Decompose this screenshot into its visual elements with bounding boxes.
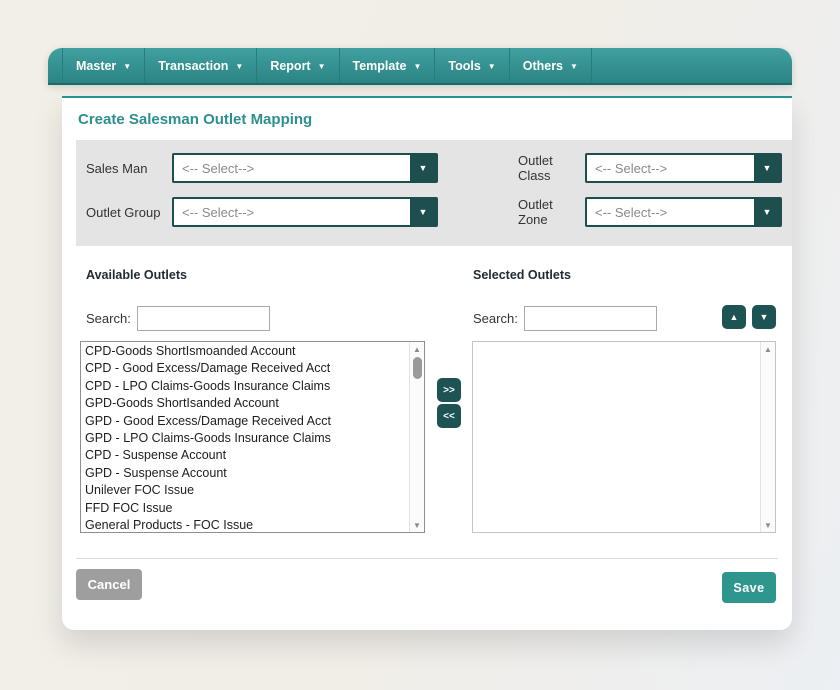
available-outlets-listbox[interactable]: CPD-Goods ShortIsmoanded Account CPD - G… [80,341,425,533]
chevron-down-icon: ▼ [488,62,496,71]
footer-divider [76,558,778,559]
list-item[interactable]: CPD - Suspense Account [81,447,408,464]
list-item[interactable]: CPD - Good Excess/Damage Received Acct [81,360,408,377]
transfer-buttons: >> << [437,378,461,428]
scrollbar-track[interactable] [410,379,424,518]
selected-search-row: Search: [473,306,657,331]
move-right-button[interactable]: >> [437,378,461,402]
salesman-select-value: <-- Select--> [174,155,410,181]
outlet-group-select[interactable]: <-- Select--> ▼ [172,197,438,227]
filter-row: Outlet Group <-- Select--> ▼ Outlet Zone… [86,197,792,227]
page-title: Create Salesman Outlet Mapping [78,111,312,128]
save-button[interactable]: Save [722,572,776,603]
list-item[interactable]: GPD-Goods ShortIsanded Account [81,395,408,412]
scroll-up-icon[interactable]: ▲ [761,342,775,356]
nav-item-transaction[interactable]: Transaction ▼ [144,48,256,83]
list-item[interactable]: GPD - Suspense Account [81,465,408,482]
arrow-down-icon: ▼ [760,312,769,322]
nav-item-label: Master [76,59,116,73]
salesman-select[interactable]: <-- Select--> ▼ [172,153,438,183]
nav-item-label: Report [270,59,310,73]
nav-item-master[interactable]: Master ▼ [62,48,144,83]
outlet-class-select[interactable]: <-- Select--> ▼ [585,153,782,183]
nav-item-tools[interactable]: Tools ▼ [434,48,508,83]
list-item[interactable]: Unilever FOC Issue [81,482,408,499]
chevron-down-icon[interactable]: ▼ [410,199,436,225]
list-item[interactable]: CPD - LPO Claims-Goods Insurance Claims [81,378,408,395]
available-outlets-heading: Available Outlets [86,268,187,282]
filter-row: Sales Man <-- Select--> ▼ Outlet Class <… [86,153,792,183]
list-item[interactable]: GPD - Good Excess/Damage Received Acct [81,413,408,430]
cancel-button[interactable]: Cancel [76,569,142,600]
selected-outlets-heading: Selected Outlets [473,268,571,282]
list-item[interactable]: FFD FOC Issue [81,500,408,517]
nav-item-others[interactable]: Others ▼ [509,48,592,83]
chevron-down-icon: ▼ [235,62,243,71]
nav-item-report[interactable]: Report ▼ [256,48,338,83]
main-navbar: Master ▼ Transaction ▼ Report ▼ Template… [48,48,792,85]
selected-scrollbar[interactable]: ▲ ▼ [760,342,775,532]
outlet-class-select-value: <-- Select--> [587,155,754,181]
scroll-down-icon[interactable]: ▼ [761,518,775,532]
reorder-buttons: ▲ ▼ [722,305,776,329]
outlet-class-label: Outlet Class [518,153,585,183]
nav-item-label: Others [523,59,563,73]
move-up-button[interactable]: ▲ [722,305,746,329]
chevron-down-icon[interactable]: ▼ [754,199,780,225]
list-item[interactable]: GPD - LPO Claims-Goods Insurance Claims [81,430,408,447]
selected-search-label: Search: [473,311,518,326]
list-item[interactable]: CPD-Goods ShortIsmoanded Account [81,343,408,360]
outlet-zone-label: Outlet Zone [518,197,585,227]
content-card: Create Salesman Outlet Mapping Sales Man… [62,96,792,630]
salesman-label: Sales Man [86,161,172,176]
selected-search-input[interactable] [524,306,657,331]
chevron-down-icon: ▼ [318,62,326,71]
scroll-down-icon[interactable]: ▼ [410,518,424,532]
move-down-button[interactable]: ▼ [752,305,776,329]
nav-item-label: Template [353,59,407,73]
double-chevron-right-icon: >> [443,385,455,396]
chevron-down-icon: ▼ [123,62,131,71]
scrollbar-track[interactable] [761,356,775,518]
available-scrollbar[interactable]: ▲ ▼ [409,342,424,532]
arrow-up-icon: ▲ [730,312,739,322]
nav-item-label: Tools [448,59,480,73]
available-search-row: Search: [86,306,270,331]
nav-item-label: Transaction [158,59,228,73]
outlet-group-select-value: <-- Select--> [174,199,410,225]
chevron-down-icon[interactable]: ▼ [410,155,436,181]
selected-outlets-listbox[interactable]: ▲ ▼ [472,341,776,533]
chevron-down-icon[interactable]: ▼ [754,155,780,181]
double-chevron-left-icon: << [443,411,455,422]
available-outlets-items: CPD-Goods ShortIsmoanded Account CPD - G… [81,343,408,533]
list-item[interactable]: General Products - FOC Issue [81,517,408,533]
chevron-down-icon: ▼ [570,62,578,71]
available-search-input[interactable] [137,306,270,331]
filter-panel: Sales Man <-- Select--> ▼ Outlet Class <… [76,140,792,246]
nav-item-template[interactable]: Template ▼ [339,48,435,83]
outlet-zone-select-value: <-- Select--> [587,199,754,225]
chevron-down-icon: ▼ [413,62,421,71]
move-left-button[interactable]: << [437,404,461,428]
available-search-label: Search: [86,311,131,326]
scrollbar-thumb[interactable] [413,357,422,379]
outlet-group-label: Outlet Group [86,205,172,220]
outlet-zone-select[interactable]: <-- Select--> ▼ [585,197,782,227]
scroll-up-icon[interactable]: ▲ [410,342,424,356]
